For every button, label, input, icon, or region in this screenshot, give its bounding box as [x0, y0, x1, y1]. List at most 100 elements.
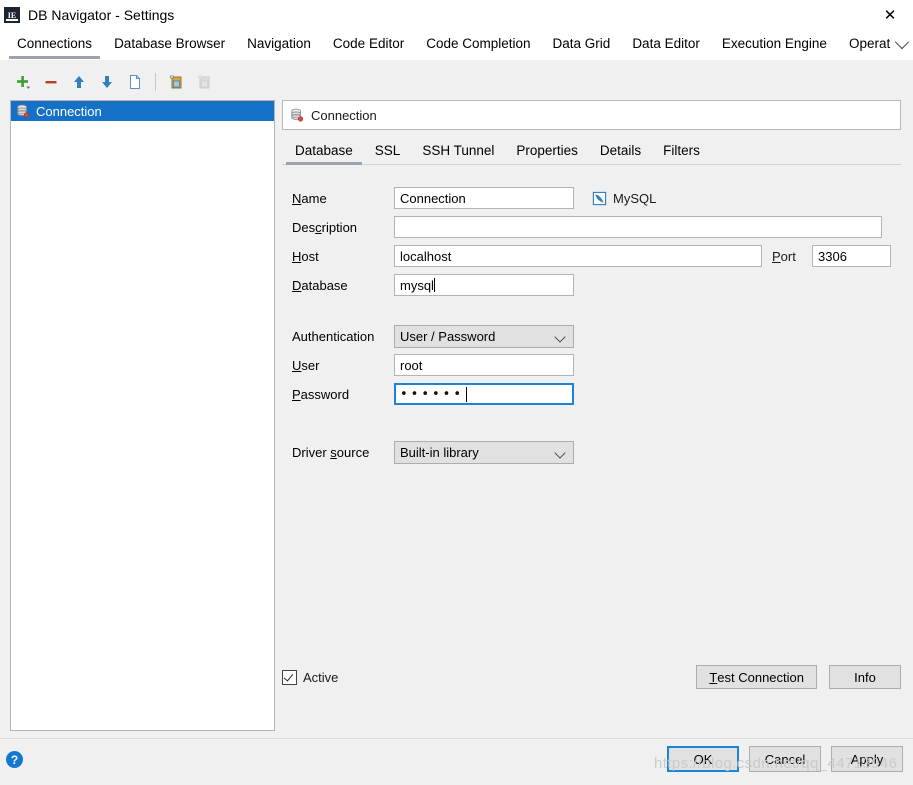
- dialog-buttons: OK Cancel Apply: [667, 746, 903, 772]
- apply-button[interactable]: Apply: [831, 746, 903, 772]
- plus-icon[interactable]: [10, 69, 36, 95]
- database-icon: [16, 104, 30, 118]
- text-caret: [466, 386, 468, 402]
- test-connection-mnemonic: T: [709, 669, 718, 685]
- settings-body: Connection Connection Database SSL SSH T…: [0, 60, 913, 739]
- tab-ssh-tunnel[interactable]: SSH Tunnel: [411, 139, 505, 164]
- copy-database-icon[interactable]: [163, 69, 189, 95]
- text-caret: [433, 278, 435, 292]
- database-input[interactable]: mysql: [394, 274, 574, 296]
- form-spacer: [292, 303, 901, 325]
- tab-connections[interactable]: Connections: [6, 31, 103, 59]
- chevron-down-icon[interactable]: [891, 31, 913, 59]
- mysql-icon: [592, 191, 607, 206]
- app-icon: IE: [4, 7, 20, 23]
- description-label-post: ription: [321, 219, 358, 235]
- dialog-footer: ? OK Cancel Apply: [0, 738, 913, 785]
- form-row-name: Name MySQL: [292, 187, 901, 209]
- user-label: User: [292, 358, 394, 373]
- title-bar: IE DB Navigator - Settings ✕: [0, 0, 913, 30]
- cancel-button[interactable]: Cancel: [749, 746, 821, 772]
- user-mnemonic: U: [292, 357, 302, 373]
- connection-detail-panel: Connection Database SSL SSH Tunnel Prope…: [282, 100, 901, 731]
- tab-data-grid[interactable]: Data Grid: [542, 31, 622, 59]
- paste-database-icon[interactable]: [191, 69, 217, 95]
- host-mnemonic: H: [292, 248, 302, 264]
- port-mnemonic: P: [772, 248, 781, 264]
- database-icon: [290, 108, 304, 122]
- tab-data-editor[interactable]: Data Editor: [621, 31, 711, 59]
- toolbar-separator: [155, 73, 156, 91]
- test-connection-button[interactable]: Test Connection: [696, 665, 817, 689]
- tab-database[interactable]: Database: [284, 139, 364, 165]
- connection-action-buttons: Test Connection Info: [696, 665, 901, 689]
- connection-header: Connection: [282, 100, 901, 130]
- tab-code-editor[interactable]: Code Editor: [322, 31, 415, 59]
- chevron-down-icon: [554, 330, 566, 343]
- tab-navigation[interactable]: Navigation: [236, 31, 322, 59]
- arrow-down-icon[interactable]: [94, 69, 120, 95]
- tab-filters[interactable]: Filters: [652, 139, 711, 164]
- port-label: Port: [772, 249, 812, 264]
- copy-icon[interactable]: [122, 69, 148, 95]
- minus-icon[interactable]: [38, 69, 64, 95]
- name-input[interactable]: [394, 187, 574, 209]
- form-spacer-3: [292, 434, 901, 441]
- active-checkbox-row[interactable]: Active: [282, 670, 338, 685]
- settings-tab-strip: Connections Database Browser Navigation …: [0, 30, 913, 60]
- driver-source-label: Driver source: [292, 445, 394, 460]
- connections-toolbar: [10, 68, 217, 96]
- connection-header-title: Connection: [311, 107, 377, 123]
- authentication-label: Authentication: [292, 328, 375, 344]
- user-label-rest: ser: [301, 357, 320, 373]
- arrow-up-icon[interactable]: [66, 69, 92, 95]
- description-label: Description: [292, 220, 394, 235]
- password-value: ••••••: [400, 386, 465, 402]
- user-input[interactable]: [394, 354, 574, 376]
- port-label-rest: ort: [780, 248, 796, 264]
- form-row-password: Password ••••••: [292, 383, 901, 405]
- tab-execution-engine[interactable]: Execution Engine: [711, 31, 838, 59]
- host-input[interactable]: [394, 245, 762, 267]
- test-connection-label-rest: est Connection: [717, 669, 804, 685]
- ok-button[interactable]: OK: [667, 746, 739, 772]
- close-icon[interactable]: ✕: [867, 0, 913, 30]
- password-label: Password: [292, 387, 394, 402]
- description-input[interactable]: [394, 216, 882, 238]
- database-input-value: mysql: [400, 277, 434, 293]
- authentication-select[interactable]: User / Password: [394, 324, 574, 348]
- tab-ssl[interactable]: SSL: [364, 139, 412, 164]
- form-row-user: User: [292, 354, 901, 376]
- tab-properties[interactable]: Properties: [505, 139, 589, 164]
- tab-details[interactable]: Details: [589, 139, 652, 164]
- form-row-driver-source: Driver source Built-in library: [292, 440, 901, 464]
- database-type: MySQL: [592, 191, 656, 206]
- host-label: Host: [292, 249, 394, 264]
- description-label-pre: Des: [292, 219, 316, 235]
- form-row-authentication: Authentication User / Password: [292, 324, 901, 348]
- window-title: DB Navigator - Settings: [28, 7, 175, 23]
- tab-database-browser[interactable]: Database Browser: [103, 31, 236, 59]
- help-icon[interactable]: ?: [6, 751, 23, 768]
- name-mnemonic: N: [292, 190, 302, 206]
- tab-operations[interactable]: Operati: [838, 31, 891, 59]
- connection-form: Name MySQL Description: [282, 187, 901, 464]
- chevron-down-icon: [554, 446, 566, 459]
- password-input[interactable]: ••••••: [394, 383, 574, 405]
- name-label-rest: ame: [301, 190, 327, 206]
- form-row-database: Database mysql: [292, 274, 901, 296]
- form-row-description: Description: [292, 216, 901, 238]
- info-button[interactable]: Info: [829, 665, 901, 689]
- active-checkbox[interactable]: [282, 670, 297, 685]
- host-label-rest: ost: [301, 248, 319, 264]
- form-spacer-2: [292, 412, 901, 434]
- password-label-rest: assword: [300, 386, 350, 402]
- active-label: Active: [303, 670, 339, 685]
- database-label-rest: atabase: [301, 277, 348, 293]
- port-input[interactable]: [812, 245, 891, 267]
- list-item[interactable]: Connection: [11, 101, 274, 121]
- driver-source-select[interactable]: Built-in library: [394, 440, 574, 464]
- name-label: Name: [292, 191, 394, 206]
- tab-code-completion[interactable]: Code Completion: [415, 31, 541, 59]
- connections-list[interactable]: Connection: [10, 100, 275, 731]
